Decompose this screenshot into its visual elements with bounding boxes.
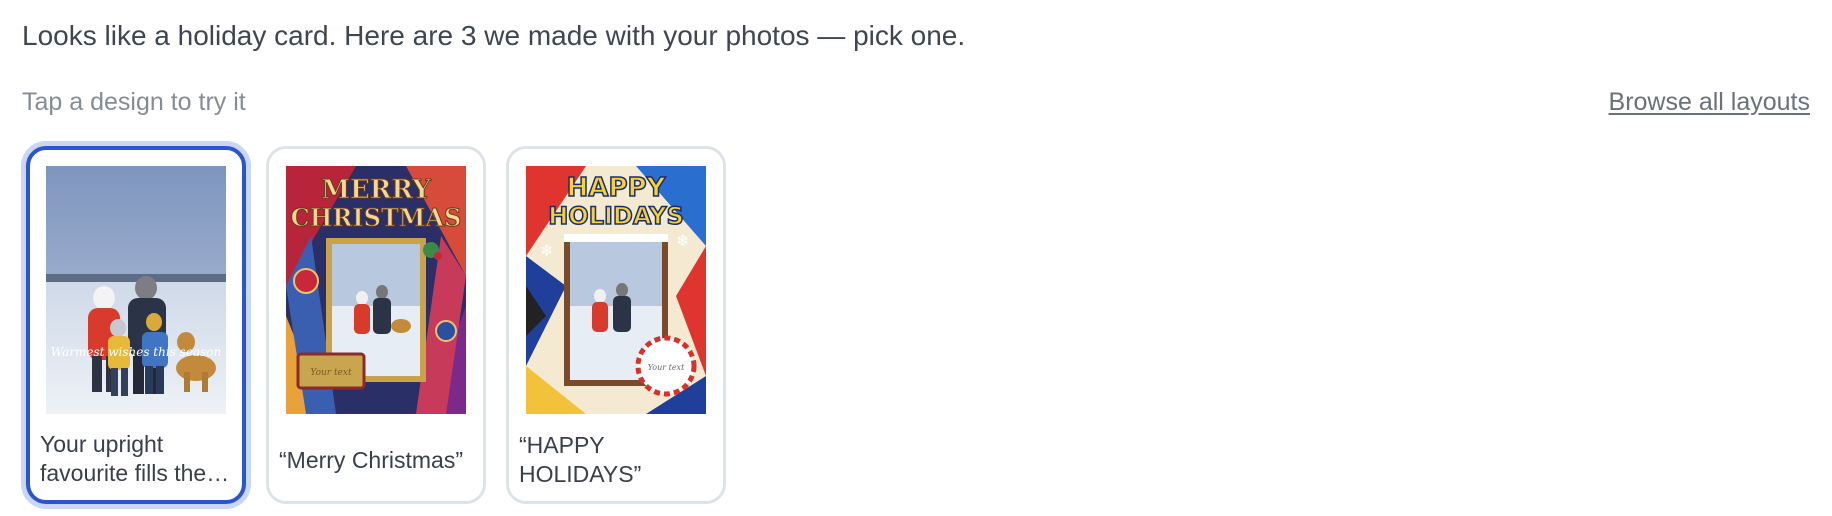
design-label-merry-christmas: “Merry Christmas” bbox=[279, 447, 463, 473]
card-title-line1: HAPPY bbox=[567, 173, 667, 203]
card-title-line1: MERRY bbox=[321, 175, 431, 205]
design-thumbnail-happy-holidays: HAPPY HOLIDAYS Your text ❄ ❄ bbox=[526, 166, 706, 414]
card-tag-text: Your text bbox=[310, 368, 352, 378]
snowflake-icon: ❄ bbox=[676, 231, 689, 250]
card-title-line2: HOLIDAYS bbox=[548, 202, 684, 230]
family-photo-image: Warmest wishes this season bbox=[46, 166, 226, 414]
design-thumbnail-full-photo: Warmest wishes this season bbox=[46, 166, 226, 414]
design-options: Warmest wishes this season Your upright … bbox=[26, 146, 726, 504]
card-tag-text: Your text bbox=[648, 363, 685, 372]
merry-christmas-card-image: MERRY CHRISTMAS Your text bbox=[286, 166, 466, 414]
happy-holidays-card-image: HAPPY HOLIDAYS Your text ❄ ❄ bbox=[526, 166, 706, 414]
design-label-full-photo: Your upright favourite fills the… bbox=[40, 431, 230, 486]
suggestion-message: Looks like a holiday card. Here are 3 we… bbox=[22, 20, 966, 51]
browse-all-layouts-link[interactable]: Browse all layouts bbox=[1609, 86, 1810, 118]
card-overlay-text: Warmest wishes this season bbox=[51, 345, 221, 359]
design-card-happy-holidays[interactable]: HAPPY HOLIDAYS Your text ❄ ❄ “HAPPY HOLI… bbox=[506, 146, 726, 504]
snowflake-icon: ❄ bbox=[540, 241, 553, 260]
design-thumbnail-merry-christmas: MERRY CHRISTMAS Your text bbox=[286, 166, 466, 414]
design-card-merry-christmas[interactable]: MERRY CHRISTMAS Your text “Merry Christm… bbox=[266, 146, 486, 504]
card-title-line2: CHRISTMAS bbox=[291, 203, 462, 232]
design-card-full-photo[interactable]: Warmest wishes this season Your upright … bbox=[26, 146, 246, 504]
design-label-happy-holidays: “HAPPY HOLIDAYS” bbox=[519, 432, 642, 487]
instruction-text: Tap a design to try it bbox=[22, 88, 246, 116]
